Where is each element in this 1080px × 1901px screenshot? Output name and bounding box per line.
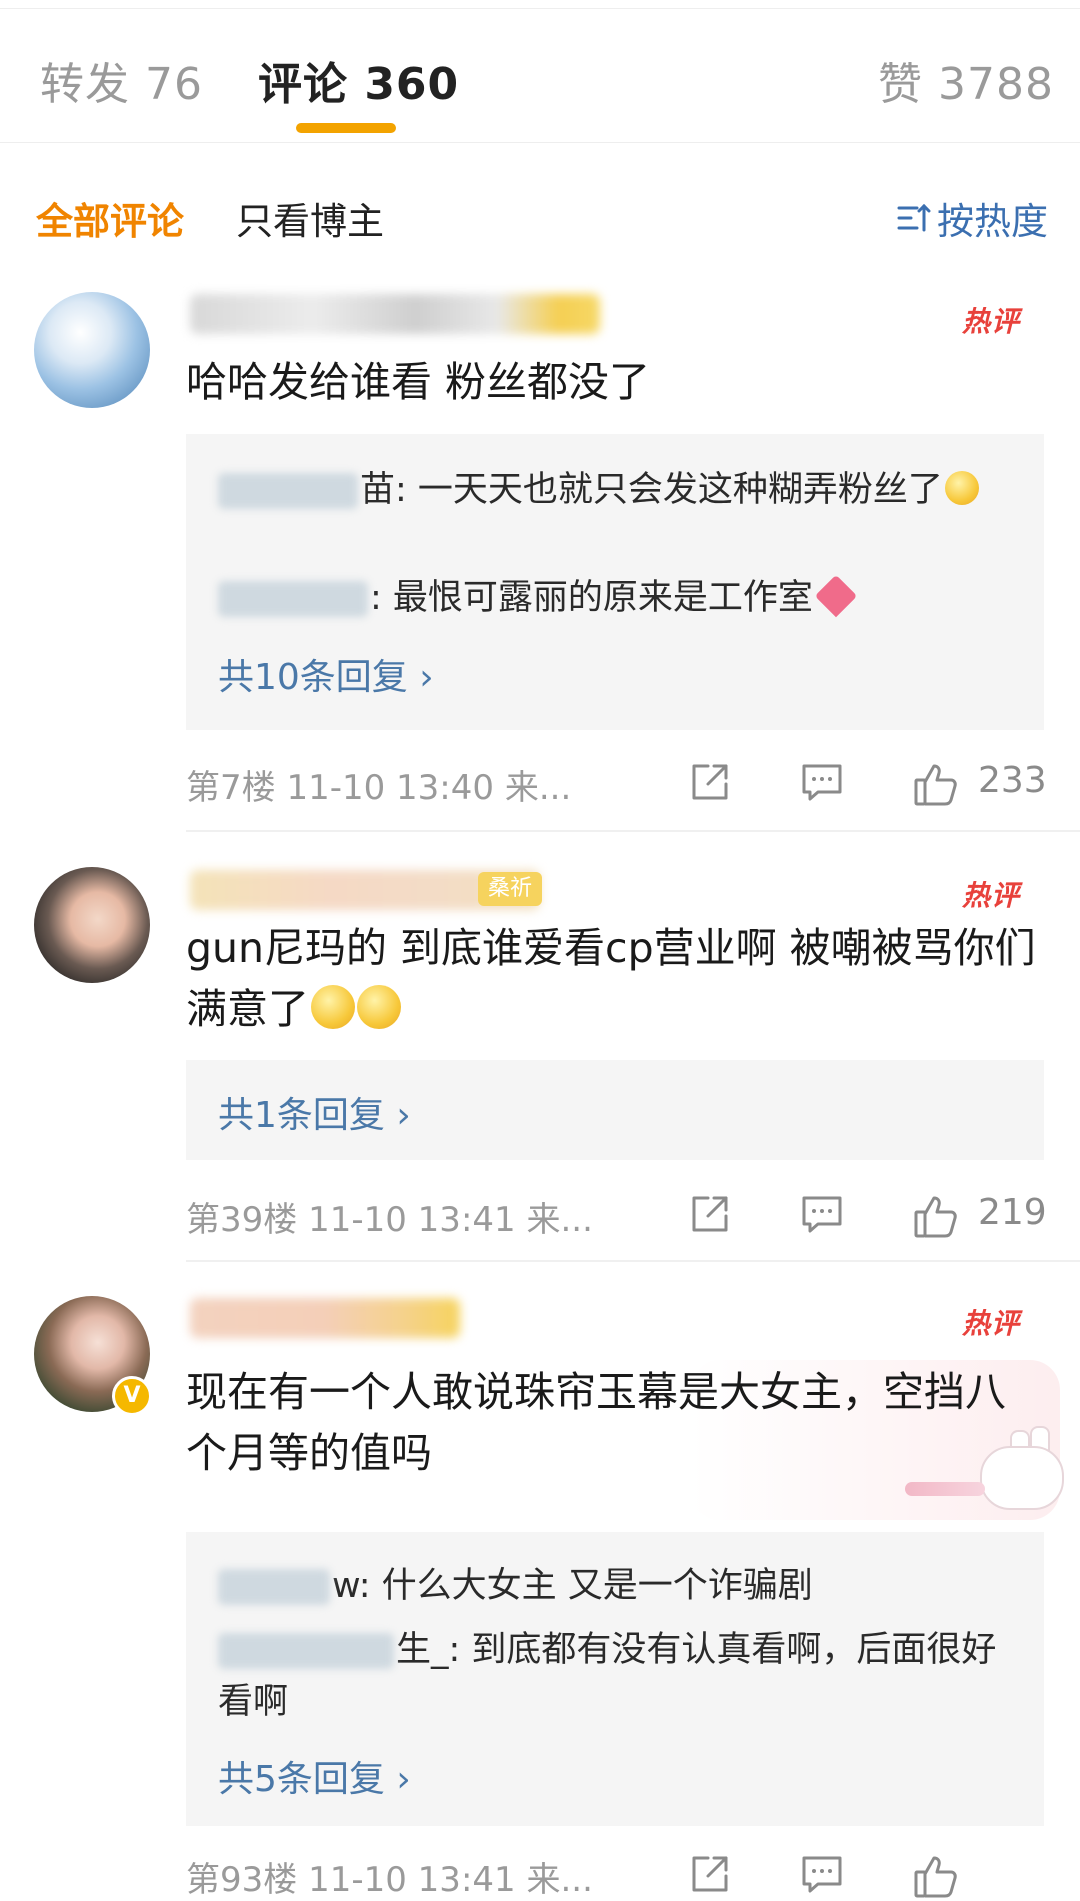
sort-icon <box>897 203 931 232</box>
like-icon[interactable] <box>912 1192 960 1240</box>
reply-box[interactable]: w: 什么大女主 又是一个诈骗剧 生_: 到底都有没有认真看啊，后面很好看啊 共… <box>186 1532 1044 1826</box>
tab-likes[interactable]: 赞 3788 <box>878 48 1054 112</box>
reply-item[interactable]: 生_: 到底都有没有认真看啊，后面很好看啊 <box>218 1624 1008 1728</box>
reply-text: : 什么大女主 又是一个诈骗剧 <box>358 1566 813 1606</box>
reply-name-tail: w <box>332 1566 359 1606</box>
verified-badge-icon: V <box>112 1376 152 1416</box>
reply-username-blurred <box>218 1569 330 1605</box>
tab-repost[interactable]: 转发 76 <box>40 48 203 112</box>
comment-icon[interactable] <box>800 1192 844 1236</box>
comment-icon[interactable] <box>800 1852 844 1896</box>
reply-name-tail: 生_ <box>396 1630 449 1670</box>
like-icon[interactable] <box>912 760 960 808</box>
username-blurred[interactable] <box>190 1298 460 1338</box>
heart-emoji-icon <box>814 574 858 618</box>
share-icon[interactable] <box>688 1852 732 1896</box>
comment-meta: 第93楼 11-10 13:41 来... <box>186 1860 593 1900</box>
comment-meta: 第7楼 11-10 13:40 来... <box>186 768 572 808</box>
filter-all-comments[interactable]: 全部评论 <box>36 191 184 245</box>
like-count: 219 <box>978 1192 1047 1233</box>
view-replies-link[interactable]: 共10条回复 › <box>218 648 434 700</box>
hot-comment-badge: 热评 <box>962 879 1021 912</box>
view-replies-link[interactable]: 共1条回复 › <box>218 1086 411 1138</box>
hot-comment-badge: 热评 <box>962 1307 1021 1340</box>
hot-comment-badge: 热评 <box>962 305 1021 338</box>
reply-box[interactable]: 苗: 一天天也就只会发这种糊弄粉丝了 : 最恨可露丽的原来是工作室 共10条回复… <box>186 434 1044 730</box>
avatar[interactable] <box>34 292 150 408</box>
comment-text: 哈哈发给谁看 粉丝都没了 <box>186 358 651 406</box>
active-tab-indicator <box>296 123 396 133</box>
reply-item[interactable]: : 最恨可露丽的原来是工作室 <box>218 572 1008 624</box>
avatar[interactable] <box>34 867 150 983</box>
share-icon[interactable] <box>688 1192 732 1236</box>
reply-text: : 一天天也就只会发这种糊弄粉丝了 <box>395 470 943 510</box>
tabs-divider <box>0 142 1080 143</box>
comment-icon[interactable] <box>800 760 844 804</box>
comment-text: gun尼玛的 到底谁爱看cp营业啊 被嘲被骂你们满意了 <box>186 918 1046 1040</box>
fan-badge: 桑祈 <box>478 872 543 906</box>
reply-username-blurred <box>218 473 358 509</box>
decoration-squiggle <box>905 1482 985 1496</box>
view-replies-link[interactable]: 共5条回复 › <box>218 1750 411 1802</box>
comment-text: 现在有一个人敢说珠帘玉幕是大女主，空挡八个月等的值吗 <box>186 1368 1006 1477</box>
sort-by-popularity[interactable]: 按热度 <box>895 191 1048 245</box>
top-edge <box>0 0 1080 9</box>
reply-text: : 最恨可露丽的原来是工作室 <box>370 578 813 618</box>
sort-label: 按热度 <box>937 200 1048 243</box>
reply-item[interactable]: w: 什么大女主 又是一个诈骗剧 <box>218 1560 1008 1612</box>
reply-username-blurred <box>218 1633 394 1669</box>
smile-emoji-icon <box>944 471 979 505</box>
like-count: 233 <box>978 760 1047 801</box>
reply-name-tail: 苗 <box>360 470 396 510</box>
reply-box[interactable]: 共1条回复 › <box>186 1060 1044 1160</box>
share-icon[interactable] <box>688 760 732 804</box>
comment-meta: 第39楼 11-10 13:41 来... <box>186 1200 593 1240</box>
grin-emoji-icon <box>311 985 355 1029</box>
reply-username-blurred <box>218 581 368 617</box>
tab-comments[interactable]: 评论 360 <box>258 48 459 112</box>
grin-emoji-icon <box>357 985 401 1029</box>
comment-divider <box>186 1260 1080 1262</box>
reply-item[interactable]: 苗: 一天天也就只会发这种糊弄粉丝了 <box>218 464 1008 516</box>
comment-divider <box>186 830 1080 832</box>
like-icon[interactable] <box>912 1852 960 1900</box>
filter-author-only[interactable]: 只看博主 <box>236 191 384 245</box>
username-blurred[interactable] <box>190 294 600 334</box>
